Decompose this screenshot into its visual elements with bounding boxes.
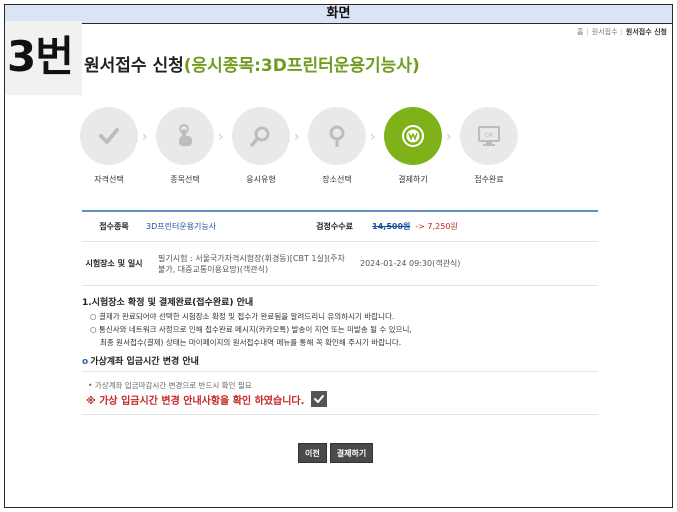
breadcrumb-current: 원서접수 신청 bbox=[625, 28, 667, 36]
chevron-right-icon: › bbox=[218, 129, 224, 145]
confirm-checkbox[interactable] bbox=[311, 391, 328, 407]
chevron-right-icon: › bbox=[294, 129, 300, 145]
step-label: 장소선택 bbox=[322, 175, 352, 184]
step-exam-type: 응시유형 bbox=[231, 107, 291, 185]
page-title-main: 원서접수 신청 bbox=[84, 56, 184, 76]
frame-header: 화면 bbox=[5, 5, 672, 24]
chevron-right-icon: › bbox=[142, 129, 148, 145]
exam-datetime: 2024-01-24 09:30(객관식) bbox=[360, 259, 461, 268]
venue-value: 필기시험 : 서울국가자격시험장(휘경동)[CBT 1실](주차불가, 대중교통… bbox=[158, 253, 345, 274]
chevron-right-icon: › bbox=[370, 129, 376, 145]
step-qualification: 자격선택 bbox=[79, 107, 139, 185]
confirm-row: ※ 가상 입금시간 변경 안내사항을 확인 하였습니다. bbox=[86, 391, 328, 407]
notice-heading: 1.시험장소 확정 및 결제완료(접수완료) 안내 bbox=[82, 298, 254, 308]
checkmark-icon bbox=[314, 395, 325, 403]
divider bbox=[82, 414, 598, 415]
page-title-subject: (응시종목:3D프린터운용기능사) bbox=[183, 56, 420, 76]
fee-arrow: -> bbox=[415, 222, 425, 231]
pay-button[interactable]: 결제하기 bbox=[329, 443, 374, 463]
fee-original: 14,500원 bbox=[372, 222, 411, 231]
step-label: 결제하기 bbox=[398, 175, 428, 184]
virtual-account-heading: o 가상계좌 입금시간 변경 안내 bbox=[82, 354, 199, 367]
bullet-ring-icon: o bbox=[82, 357, 89, 367]
step-complete: OK 접수완료 bbox=[459, 107, 519, 185]
payment-notice: 1.시험장소 확정 및 결제완료(접수완료) 안내 ○ 결제가 완료되어야 선택… bbox=[82, 295, 602, 349]
magnifier-icon bbox=[232, 107, 290, 165]
step-subject: 종목선택 bbox=[155, 107, 215, 185]
chevron-right-icon: › bbox=[446, 129, 452, 145]
virtual-account-heading-text: 가상계좌 입금시간 변경 안내 bbox=[90, 357, 199, 367]
divider bbox=[82, 371, 598, 372]
virtual-account-bullet: • 가상계좌 입금마감시간 변경으로 반드시 확인 필요 bbox=[88, 381, 252, 390]
step-label: 접수완료 bbox=[474, 175, 504, 184]
subject-value: 3D프린터운용기능사 bbox=[146, 222, 217, 231]
breadcrumb: 홈 | 원서접수 | 원서접수 신청 bbox=[576, 28, 667, 36]
breadcrumb-home[interactable]: 홈 bbox=[577, 28, 583, 36]
location-pin-icon bbox=[308, 107, 366, 165]
hand-pointer-icon bbox=[156, 107, 214, 165]
step-payment: 결제하기 bbox=[383, 107, 443, 185]
fee-new-value: 7,250원 bbox=[427, 222, 458, 231]
action-buttons: 이전 결제하기 bbox=[298, 443, 374, 463]
breadcrumb-parent[interactable]: 원서접수 bbox=[592, 28, 618, 36]
monitor-ok-icon: OK bbox=[460, 107, 518, 165]
application-info-table: 접수종목 3D프린터운용기능사 검정수수료 14,500원 -> 7,250원 … bbox=[82, 210, 598, 286]
page-title: 원서접수 신청(응시종목:3D프린터운용기능사) bbox=[84, 51, 420, 76]
venue-label: 시험장소 및 일시 bbox=[85, 259, 143, 268]
progress-steps: 자격선택 › 종목선택 › 응시유형 › 장소선택 › 결제하기 › OK 접수… bbox=[79, 107, 529, 187]
notice-line: ○ 통신사와 네트워크 사정으로 인해 접수완료 메시지(카카오톡) 발송이 지… bbox=[90, 325, 412, 334]
fee-discounted: -> 7,250원 bbox=[415, 221, 457, 232]
svg-text:OK: OK bbox=[485, 132, 495, 139]
subject-label: 접수종목 bbox=[99, 222, 129, 231]
fee-label: 검정수수료 bbox=[316, 222, 353, 231]
step-label: 종목선택 bbox=[170, 175, 200, 184]
won-coin-icon bbox=[384, 107, 442, 165]
notice-line: ○ 결제가 완료되어야 선택한 시험장소 확정 및 접수가 완료됨을 알려드리니… bbox=[90, 312, 395, 321]
table-row: 시험장소 및 일시 필기시험 : 서울국가자격시험장(휘경동)[CBT 1실](… bbox=[82, 242, 598, 286]
check-icon bbox=[80, 107, 138, 165]
step-label: 응시유형 bbox=[246, 175, 276, 184]
screen-number-badge: 3번 bbox=[5, 21, 82, 95]
table-row: 접수종목 3D프린터운용기능사 검정수수료 14,500원 -> 7,250원 bbox=[82, 212, 598, 242]
confirm-text: ※ 가상 입금시간 변경 안내사항을 확인 하였습니다. bbox=[86, 395, 305, 407]
step-label: 자격선택 bbox=[94, 175, 124, 184]
prev-button[interactable]: 이전 bbox=[298, 443, 327, 463]
step-location: 장소선택 bbox=[307, 107, 367, 185]
notice-line: 최종 원서접수(결제) 상태는 마이페이지의 원서접수내역 메뉴를 통해 꼭 확… bbox=[100, 338, 402, 347]
